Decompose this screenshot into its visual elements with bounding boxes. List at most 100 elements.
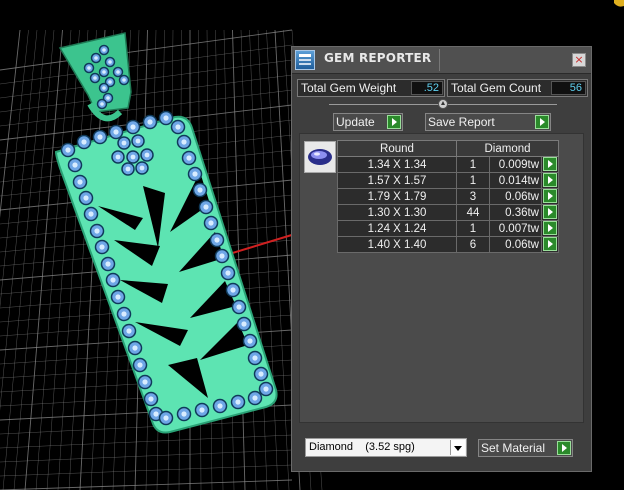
gem-highlight (252, 355, 258, 361)
gem-highlight (163, 415, 169, 421)
round-gem-icon[interactable] (304, 141, 336, 173)
table-row[interactable]: 1.24 X 1.24 1 0.007tw (337, 220, 559, 237)
play-arrow-icon (387, 115, 401, 129)
gem-highlight (225, 270, 231, 276)
material-dropdown[interactable]: Diamond (3.52 spg) (305, 438, 467, 457)
play-arrow-icon (543, 173, 557, 187)
gem-highlight (87, 66, 91, 70)
play-arrow-icon (543, 237, 557, 251)
save-report-button[interactable]: Save Report (425, 113, 551, 131)
table-row[interactable]: 1.40 X 1.40 6 0.06tw (337, 236, 559, 253)
row-select-button[interactable] (541, 236, 559, 253)
gem-highlight (153, 411, 159, 417)
grid-line (46, 29, 80, 490)
gem-highlight (125, 166, 131, 172)
grid-line (13, 29, 55, 490)
gem-highlight (94, 228, 100, 234)
gem-highlight (132, 345, 138, 351)
gem-highlight (102, 70, 106, 74)
gem-highlight (186, 155, 192, 161)
gem-count: 1 (456, 156, 490, 173)
row-select-button[interactable] (541, 220, 559, 237)
gem-highlight (181, 411, 187, 417)
gem-highlight (241, 321, 247, 327)
table-row[interactable]: 1.30 X 1.30 44 0.36tw (337, 204, 559, 221)
gem-table: Round Diamond 1.34 X 1.34 1 0.009tw 1.57… (337, 140, 559, 253)
play-arrow-icon (543, 205, 557, 219)
gem-size: 1.79 X 1.79 (337, 188, 457, 205)
gem-highlight (110, 277, 116, 283)
table-row[interactable]: 1.57 X 1.57 1 0.014tw (337, 172, 559, 189)
row-select-button[interactable] (541, 156, 559, 173)
total-gem-weight: Total Gem Weight .52 (297, 79, 445, 97)
gem-weight: 0.014tw (489, 172, 542, 189)
corner-marker (614, 0, 624, 7)
panel-title: GEM REPORTER (324, 51, 432, 65)
gem-highlight (105, 261, 111, 267)
title-divider (439, 49, 440, 71)
play-arrow-icon (535, 115, 549, 129)
column-header-diamond: Diamond (456, 140, 559, 157)
gem-highlight (113, 129, 119, 135)
update-button-label: Update (336, 115, 375, 129)
gem-highlight (142, 379, 148, 385)
gem-highlight (108, 80, 112, 84)
gem-highlight (130, 154, 136, 160)
gem-highlight (147, 119, 153, 125)
gem-highlight (65, 147, 71, 153)
gem-highlight (77, 179, 83, 185)
gem-highlight (99, 244, 105, 250)
gem-highlight (192, 171, 198, 177)
gem-highlight (102, 48, 106, 52)
gem-highlight (93, 76, 97, 80)
gem-highlight (94, 56, 98, 60)
play-arrow-icon (543, 189, 557, 203)
gem-highlight (230, 287, 236, 293)
gem-highlight (139, 165, 145, 171)
gem-highlight (252, 395, 258, 401)
gem-reporter-panel: GEM REPORTER × Total Gem Weight .52 Tota… (291, 46, 592, 472)
grid-line (24, 29, 63, 490)
gem-highlight (214, 237, 220, 243)
gem-highlight (258, 371, 264, 377)
gem-highlight (217, 403, 223, 409)
grid-line (0, 434, 293, 449)
title-bar[interactable]: GEM REPORTER × (292, 47, 591, 74)
grid-line (0, 449, 293, 463)
gem-highlight (199, 407, 205, 413)
row-select-button[interactable] (541, 188, 559, 205)
gem-highlight (116, 70, 120, 74)
gem-highlight (121, 311, 127, 317)
gem-weight: 0.009tw (489, 156, 542, 173)
gem-highlight (126, 328, 132, 334)
gem-highlight (181, 139, 187, 145)
table-row[interactable]: 1.79 X 1.79 3 0.06tw (337, 188, 559, 205)
gem-highlight (219, 253, 225, 259)
set-material-button-label: Set Material (481, 441, 546, 455)
gem-highlight (88, 211, 94, 217)
gem-reporter-app-icon (295, 50, 315, 70)
gem-highlight (144, 152, 150, 158)
grid-line (0, 464, 293, 477)
row-select-button[interactable] (541, 172, 559, 189)
splitter-handle[interactable] (438, 99, 448, 109)
gem-highlight (137, 362, 143, 368)
gem-highlight (208, 220, 214, 226)
save-report-button-label: Save Report (428, 115, 495, 129)
gem-highlight (163, 115, 169, 121)
gem-highlight (247, 338, 253, 344)
chevron-down-icon[interactable] (450, 440, 465, 455)
gem-highlight (235, 399, 241, 405)
gem-count: 6 (456, 236, 490, 253)
gem-highlight (100, 102, 104, 106)
gem-highlight (148, 396, 154, 402)
gem-highlight (122, 78, 126, 82)
gem-highlight (108, 60, 112, 64)
gem-weight: 0.06tw (489, 236, 542, 253)
table-row[interactable]: 1.34 X 1.34 1 0.009tw (337, 156, 559, 173)
update-button[interactable]: Update (333, 113, 403, 131)
set-material-button[interactable]: Set Material (478, 439, 573, 457)
row-select-button[interactable] (541, 204, 559, 221)
gem-highlight (102, 86, 106, 90)
close-icon[interactable]: × (572, 53, 586, 67)
